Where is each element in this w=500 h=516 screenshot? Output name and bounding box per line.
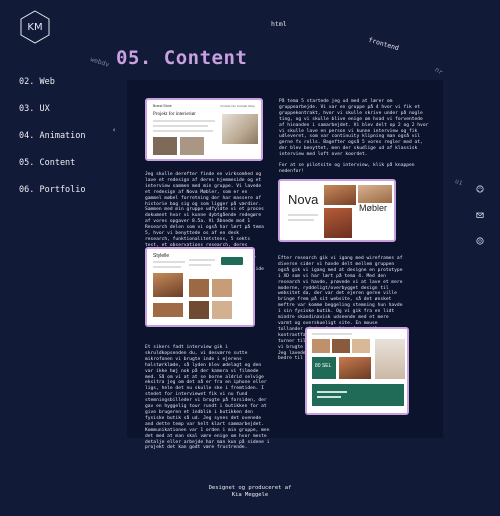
content-paragraph-1: På tema 5 startede jeg ud med at lærer o…: [279, 99, 429, 175]
mockup-photo: [189, 279, 209, 297]
mockup-webshop[interactable]: 80 SEL: [305, 327, 409, 415]
mockup-nova-moebler[interactable]: Nova Møbler: [278, 179, 396, 242]
main-nav: 02. Web 03. UX 04. Animation 05. Content…: [19, 76, 86, 211]
mockup-photo: [339, 357, 371, 379]
mockup-text-line: [189, 259, 215, 261]
footer-credit-line: Designet og produceret af: [208, 485, 292, 491]
logo-initials: KM: [27, 21, 43, 33]
mockup-text-line: [153, 261, 185, 263]
mockup-photo: [375, 339, 405, 379]
mockup-text-line: [153, 266, 181, 268]
mockup-text-line: [317, 396, 341, 398]
page-title: 05. Content: [116, 47, 248, 69]
nav-item-animation[interactable]: 04. Animation: [19, 130, 86, 157]
floating-word-right: ui: [453, 176, 464, 188]
mockup-product-page[interactable]: Stylelle: [145, 247, 255, 327]
mockup-text-line: [317, 391, 347, 393]
mockup-photo: [212, 279, 232, 297]
github-icon[interactable]: [476, 185, 484, 193]
mockup-photo: [324, 208, 352, 238]
mockup-header: Brand Store: [153, 104, 172, 108]
mockup-brand-nova: Nova: [288, 192, 319, 207]
mockup-green-button: [221, 257, 243, 265]
mockup-text-line: [153, 130, 213, 132]
mockup-photo: [324, 185, 356, 205]
mockup-interior-site[interactable]: Brand Store Forside Om Kontakt Shop Proj…: [145, 98, 263, 161]
footer-author-name: Kia Meggele: [231, 492, 269, 498]
mockup-photo: [189, 301, 209, 319]
mockup-photo: [153, 303, 183, 317]
dribbble-icon[interactable]: [476, 237, 484, 245]
nav-item-portfolio[interactable]: 06. Portfolio: [19, 184, 86, 211]
floating-word-web: webdv: [89, 55, 111, 69]
content-paragraph-4: Et sikers fadt interview gik i skruldkop…: [145, 345, 270, 451]
mockup-photo: [153, 137, 177, 155]
paragraph-text: For at se pilotsite og interview, klik p…: [279, 163, 415, 174]
mockup-photo: [222, 114, 258, 144]
mockup-text-line: [189, 264, 211, 266]
floating-word-frontend: frontend: [367, 35, 400, 53]
chevron-left-icon[interactable]: ‹: [112, 126, 116, 134]
mockup-photo: [153, 273, 183, 297]
mockup-title: Projekt for interieriør: [153, 112, 196, 117]
mockup-text-line: [288, 214, 318, 216]
logo[interactable]: KM: [20, 10, 50, 44]
floating-word-nr: nr: [433, 65, 445, 77]
mockup-nav: Forside Om Kontakt Shop: [220, 104, 255, 108]
mockup-photo: [358, 185, 392, 203]
mockup-green-footer: [312, 384, 404, 406]
footer: Designet og produceret af Kia Meggele: [0, 485, 500, 499]
mockup-photo: [180, 137, 204, 155]
mockup-banner-text: 80 SEL: [315, 363, 332, 369]
mail-icon[interactable]: [476, 211, 484, 219]
floating-word-html: html: [271, 20, 287, 28]
mockup-text-line: [312, 333, 352, 335]
mockup-photo: [352, 339, 370, 353]
mockup-title: Stylelle: [153, 253, 170, 259]
nav-item-content[interactable]: 05. Content: [19, 157, 86, 184]
mockup-text-line: [288, 219, 314, 221]
mockup-text-line: [153, 120, 215, 122]
mockup-photo: [212, 301, 232, 319]
nav-item-web[interactable]: 02. Web: [19, 76, 86, 103]
mockup-photo: [312, 339, 330, 353]
mockup-photo: [332, 339, 350, 353]
mockup-text-line: [153, 125, 208, 127]
mockup-brand-mobler: Møbler: [358, 203, 387, 213]
nav-item-ux[interactable]: 03. UX: [19, 103, 86, 130]
paragraph-text: På tema 5 startede jeg ud med at lærer o…: [279, 99, 429, 158]
